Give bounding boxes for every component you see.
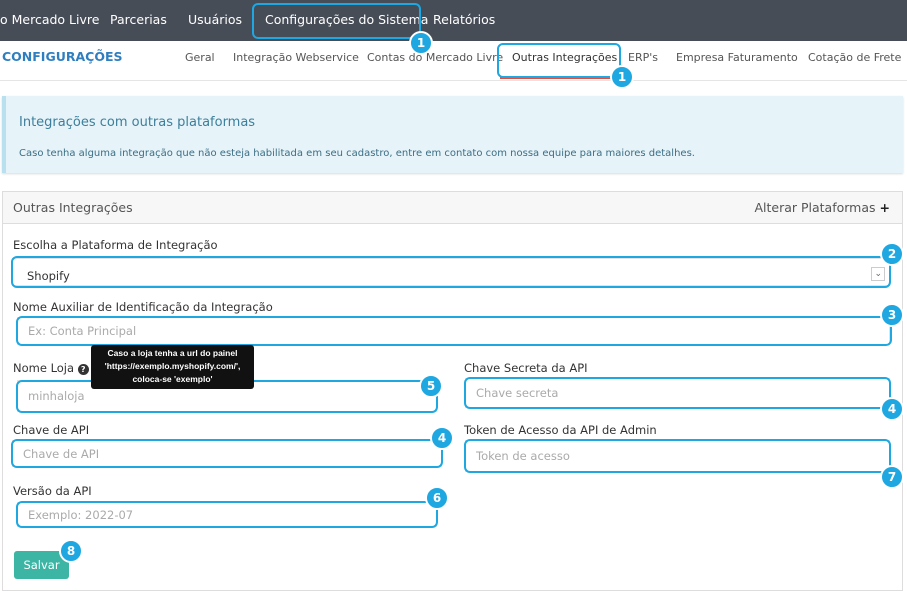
nav-mercado-livre[interactable]: o Mercado Livre [0, 12, 99, 27]
highlight-box [497, 43, 621, 78]
highlight-box [11, 439, 443, 468]
top-nav: o Mercado Livre Parcerias Usuários Confi… [0, 0, 907, 41]
tab-webservice[interactable]: Integração Webservice [233, 51, 359, 64]
step-badge: 4 [430, 426, 454, 450]
store-name-label: Nome Loja ? [13, 361, 89, 375]
plus-icon: + [879, 200, 890, 215]
tab-empresa-faturamento[interactable]: Empresa Faturamento [676, 51, 798, 64]
change-platforms-label: Alterar Plataformas [754, 200, 876, 215]
step-badge: 2 [880, 242, 904, 266]
info-title: Integrações com outras plataformas [19, 115, 256, 130]
highlight-box [252, 3, 421, 39]
api-version-label: Versão da API [13, 484, 92, 498]
step-badge: 7 [880, 465, 904, 489]
step-badge: 1 [409, 31, 433, 55]
secret-key-label: Chave Secreta da API [464, 361, 588, 375]
change-platforms-button[interactable]: Alterar Plataformas + [754, 200, 890, 215]
store-name-text: Nome Loja [13, 361, 75, 375]
nav-usuarios[interactable]: Usuários [188, 12, 242, 27]
step-badge: 4 [880, 397, 904, 421]
tooltip: Caso a loja tenha a url do painel 'https… [91, 345, 254, 389]
section-title: CONFIGURAÇÕES [2, 49, 123, 64]
help-icon[interactable]: ? [77, 364, 89, 375]
highlight-box [11, 256, 891, 288]
tab-geral[interactable]: Geral [185, 51, 215, 64]
step-badge: 5 [419, 374, 443, 398]
tab-cotacao-frete[interactable]: Cotação de Frete [808, 51, 901, 64]
panel-header: Outras Integrações Alterar Plataformas + [3, 192, 902, 224]
panel-title: Outras Integrações [13, 200, 133, 215]
api-key-label: Chave de API [13, 423, 90, 437]
step-badge: 3 [880, 303, 904, 327]
nav-relatorios[interactable]: Relatórios [433, 12, 495, 27]
step-badge: 1 [610, 65, 634, 89]
info-alert: Integrações com outras plataformas Caso … [2, 96, 903, 173]
platform-label: Escolha a Plataforma de Integração [13, 238, 218, 252]
aux-name-label: Nome Auxiliar de Identificação da Integr… [13, 300, 273, 314]
info-text: Caso tenha alguma integração que não est… [19, 148, 695, 159]
step-badge: 8 [59, 539, 83, 563]
highlight-box [16, 501, 438, 528]
sub-nav: CONFIGURAÇÕES Geral Integração Webservic… [0, 41, 907, 81]
highlight-box [16, 316, 892, 346]
highlight-box [464, 439, 891, 473]
highlight-box [464, 377, 891, 409]
tab-contas-ml[interactable]: Contas do Mercado Livre [367, 51, 503, 64]
nav-parcerias[interactable]: Parcerias [110, 12, 167, 27]
tab-erps[interactable]: ERP's [628, 51, 658, 64]
token-label: Token de Acesso da API de Admin [464, 423, 657, 437]
step-badge: 6 [425, 486, 449, 510]
